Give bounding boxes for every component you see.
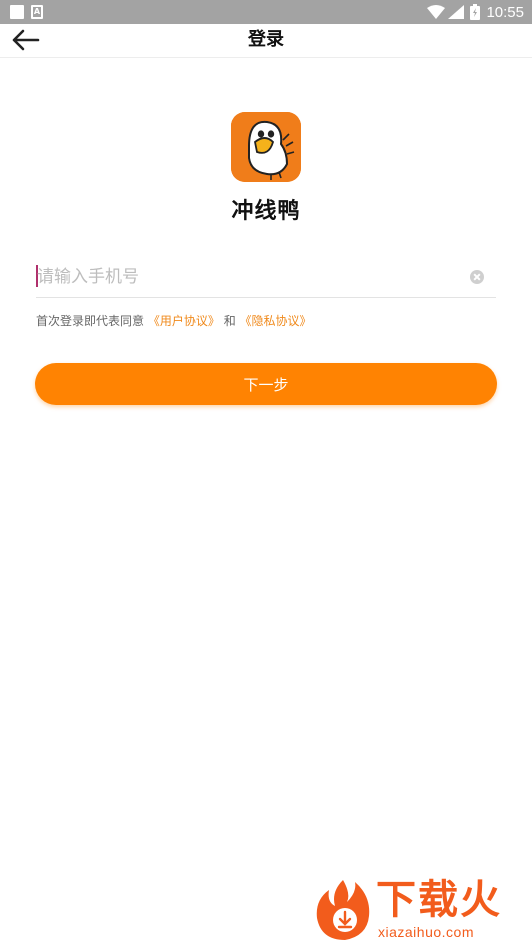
page-title: 登录 <box>248 29 284 50</box>
watermark: 下载火 xiazaihuo.com <box>313 876 528 944</box>
agreement-prefix: 首次登录即代表同意 <box>36 314 145 328</box>
next-button[interactable]: 下一步 <box>35 363 497 405</box>
flame-logo-icon <box>316 880 370 940</box>
phone-field <box>36 257 496 298</box>
agreement-text: 首次登录即代表同意 《用户协议》 和 《隐私协议》 <box>36 312 312 329</box>
agreement-and: 和 <box>223 314 236 328</box>
user-agreement-link[interactable]: 《用户协议》 <box>148 314 220 328</box>
battery-icon <box>470 4 481 20</box>
watermark-url: xiazaihuo.com <box>378 924 474 940</box>
signal-icon <box>448 5 465 19</box>
status-bar: A 10:55 <box>0 0 532 24</box>
notification-square-icon <box>10 5 24 19</box>
status-time: 10:55 <box>486 3 524 21</box>
phone-input[interactable] <box>36 257 456 297</box>
a-icon: A <box>31 5 43 19</box>
app-name: 冲线鸭 <box>231 199 301 224</box>
watermark-text: 下载火 <box>376 877 502 923</box>
app-logo <box>231 112 301 182</box>
duck-logo-icon <box>231 112 301 182</box>
wifi-icon <box>427 5 446 19</box>
privacy-agreement-link[interactable]: 《隐私协议》 <box>240 314 312 328</box>
header: 登录 <box>0 24 532 58</box>
status-indicators: 10:55 <box>427 0 524 24</box>
clear-icon[interactable] <box>470 270 484 284</box>
